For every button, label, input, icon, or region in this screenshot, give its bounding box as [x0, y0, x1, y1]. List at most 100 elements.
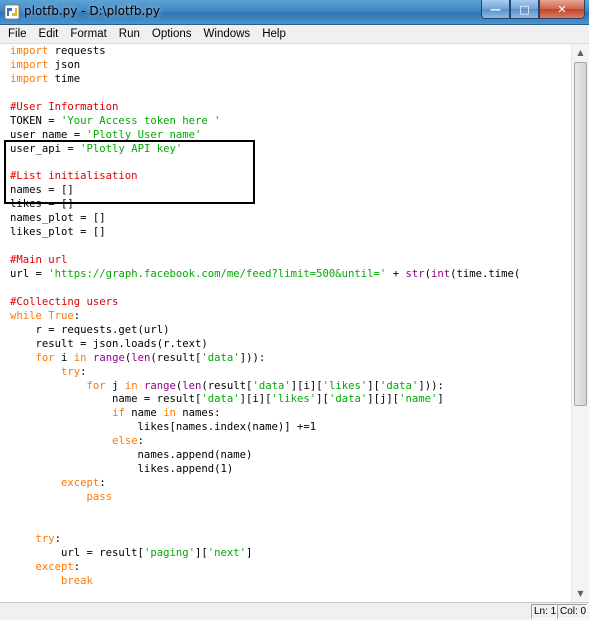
code-line[interactable]: for j in range(len(result['data'][i]['li… — [10, 380, 520, 394]
vertical-scrollbar[interactable]: ▲ ▼ — [571, 44, 589, 602]
python-app-icon[interactable] — [4, 4, 20, 20]
code-token: ][i][ — [290, 379, 323, 392]
code-token: : — [80, 365, 87, 378]
code-token: int — [431, 268, 451, 280]
code-editor[interactable]: import requests import json import time #Us… — [0, 44, 571, 602]
code-token: 'data' — [252, 379, 291, 392]
code-line[interactable]: #User Information — [10, 101, 520, 115]
code-line[interactable]: name = result['data'][i]['likes']['data'… — [10, 393, 520, 407]
code-token: 'data' — [380, 379, 419, 392]
code-line[interactable]: likes_plot = [] — [10, 226, 520, 240]
code-text[interactable]: import requests import json import time #Us… — [10, 45, 520, 589]
code-line[interactable]: likes[names.index(name)] +=1 — [10, 421, 520, 435]
code-line[interactable] — [10, 240, 520, 254]
code-line[interactable]: TOKEN = 'Your Access token here ' — [10, 115, 520, 129]
code-line[interactable] — [10, 505, 520, 519]
code-token: : — [73, 560, 81, 573]
user-information-highlight — [4, 140, 255, 204]
code-line[interactable]: try: — [10, 366, 520, 380]
code-line[interactable]: except: — [10, 561, 520, 575]
close-icon: ✕ — [557, 2, 567, 16]
code-token: while — [10, 309, 42, 322]
code-token: break — [61, 574, 93, 587]
code-token: 'data' — [201, 351, 240, 364]
code-line[interactable]: try: — [10, 533, 520, 547]
status-bar: Ln: 1 Col: 0 — [0, 602, 589, 620]
code-token: : — [99, 477, 106, 490]
code-token: in — [163, 407, 176, 420]
menu-options[interactable]: Options — [146, 25, 198, 43]
code-line[interactable]: else: — [10, 435, 520, 449]
code-token: ][ — [316, 393, 329, 406]
code-token: likes.append(1) — [10, 463, 234, 476]
code-line[interactable]: #Main url — [10, 254, 520, 268]
code-token: 'data' — [328, 393, 368, 406]
code-token: TOKEN = — [10, 114, 62, 127]
code-token: for — [35, 351, 55, 364]
code-token: pass — [86, 491, 113, 503]
menu-help[interactable]: Help — [256, 25, 292, 43]
code-token: 'Plotly User_name' — [86, 128, 202, 141]
scroll-down-arrow-icon[interactable]: ▼ — [572, 585, 589, 602]
code-line[interactable]: import json — [10, 59, 520, 73]
maximize-button[interactable]: □ — [510, 0, 539, 19]
code-line[interactable]: #Collecting users — [10, 296, 520, 310]
code-line[interactable]: import time — [10, 73, 520, 87]
code-line[interactable]: names_plot = [] — [10, 212, 520, 226]
code-token: in — [73, 351, 87, 364]
code-token: 'paging' — [143, 546, 195, 559]
code-token: 'data' — [201, 393, 240, 406]
menu-file[interactable]: File — [0, 25, 33, 43]
code-line[interactable]: import requests — [10, 45, 520, 59]
close-button[interactable]: ✕ — [539, 0, 585, 19]
code-token: len — [182, 379, 202, 392]
code-line[interactable]: break — [10, 575, 520, 589]
code-token: if — [112, 407, 125, 420]
code-token: try — [35, 532, 55, 545]
code-line[interactable]: url = result['paging']['next'] — [10, 547, 520, 561]
code-token: ] — [246, 546, 253, 559]
code-token: import — [10, 58, 49, 71]
code-line[interactable]: result = json.loads(r.text) — [10, 338, 520, 352]
title-bar[interactable]: plotfb.py - D:\plotfb.py — □ ✕ — [0, 0, 589, 25]
code-line[interactable]: for i in range(len(result['data'])): — [10, 352, 520, 366]
code-line[interactable]: if name in names: — [10, 407, 520, 421]
code-token: result = json.loads(r.text) — [10, 337, 208, 350]
code-token: #Main url — [10, 254, 68, 267]
code-line[interactable] — [10, 282, 520, 296]
code-line[interactable]: pass — [10, 491, 520, 505]
code-token: time — [48, 72, 81, 85]
code-token: (result[ — [201, 379, 253, 392]
code-line[interactable]: names.append(name) — [10, 449, 520, 463]
menu-edit[interactable]: Edit — [33, 25, 65, 43]
code-line[interactable] — [10, 519, 520, 533]
code-token: range — [143, 379, 176, 392]
menu-bar: File Edit Format Run Options Windows Hel… — [0, 25, 589, 44]
code-line[interactable]: likes.append(1) — [10, 463, 520, 477]
code-line[interactable]: while True: — [10, 310, 520, 324]
code-token: 'next' — [207, 546, 247, 559]
menu-windows[interactable]: Windows — [198, 25, 257, 43]
code-token: else — [112, 435, 138, 448]
code-line[interactable]: except: — [10, 477, 520, 491]
code-token: url = — [10, 268, 49, 280]
code-line[interactable]: url = 'https://graph.facebook.com/me/fee… — [10, 268, 520, 282]
code-line[interactable] — [10, 87, 520, 101]
menu-run[interactable]: Run — [113, 25, 146, 43]
code-token: ][i][ — [239, 393, 272, 406]
code-token: names: — [175, 407, 221, 420]
code-line[interactable]: r = requests.get(url) — [10, 324, 520, 338]
code-token: ])): — [418, 379, 444, 392]
scroll-up-arrow-icon[interactable]: ▲ — [572, 44, 589, 61]
menu-format[interactable]: Format — [64, 25, 112, 43]
code-token: likes_plot = [] — [10, 226, 106, 239]
code-token: (result[ — [150, 351, 202, 364]
scrollbar-thumb[interactable] — [574, 62, 587, 406]
minimize-button[interactable]: — — [481, 0, 510, 19]
code-token: name = result[ — [10, 393, 202, 406]
